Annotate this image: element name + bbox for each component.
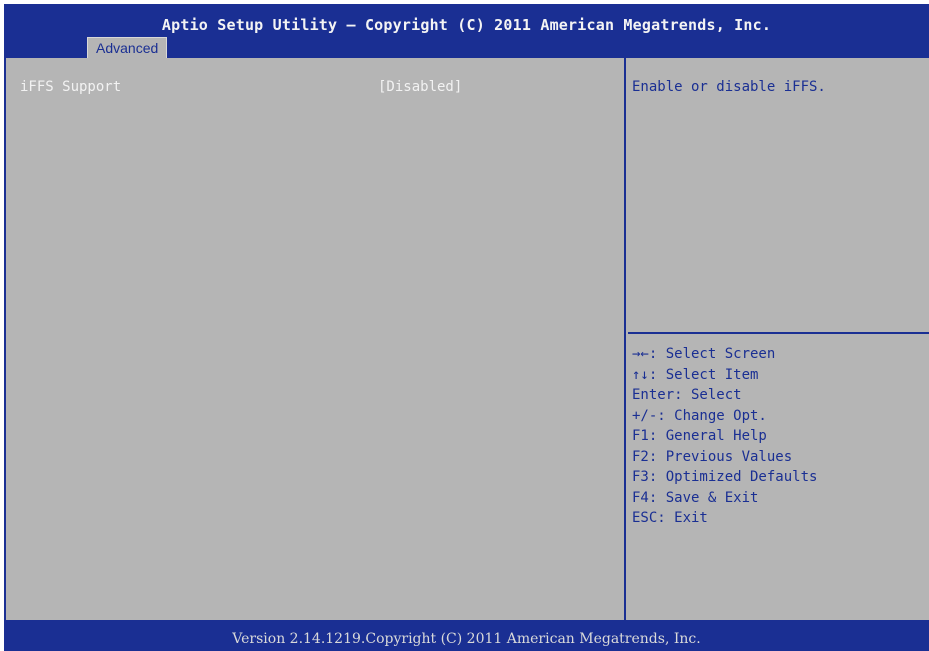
key-legend-item: F4: Save & Exit bbox=[632, 489, 759, 506]
tab-advanced[interactable]: Advanced bbox=[87, 37, 168, 58]
app-title: Aptio Setup Utility – Copyright (C) 2011… bbox=[161, 16, 772, 34]
key-legend-item: F1: General Help bbox=[632, 428, 767, 444]
bios-screen: Aptio Setup Utility – Copyright (C) 2011… bbox=[4, 4, 929, 651]
footer-bar: Version 2.14.1219.Copyright (C) 2011 Ame… bbox=[4, 620, 929, 651]
setting-value-iffs-support[interactable]: [Disabled] bbox=[378, 79, 462, 95]
setting-label-iffs-support[interactable]: iFFS Support bbox=[20, 79, 121, 95]
key-legend-item: →←: Select Screen bbox=[632, 346, 776, 362]
key-legend: →←: Select Screen ↑↓: Select Item Enter:… bbox=[632, 344, 817, 529]
help-divider bbox=[628, 332, 929, 334]
key-legend-item: Enter: Select bbox=[632, 387, 742, 403]
settings-panel: iFFS Support [Disabled] bbox=[6, 58, 626, 620]
key-legend-item: +/-: Change Opt. bbox=[632, 407, 767, 424]
key-legend-item: ESC: Exit bbox=[632, 510, 708, 526]
key-legend-item: F2: Previous Values bbox=[632, 448, 793, 465]
key-legend-item: F3: Optimized Defaults bbox=[632, 469, 818, 485]
main-area: iFFS Support [Disabled] Enable or disabl… bbox=[4, 58, 929, 620]
key-legend-item: ↑↓: Select Item bbox=[632, 366, 759, 383]
title-bar: Aptio Setup Utility – Copyright (C) 2011… bbox=[4, 4, 929, 58]
version-text: Version 2.14.1219.Copyright (C) 2011 Ame… bbox=[232, 631, 701, 647]
help-description: Enable or disable iFFS. bbox=[632, 79, 826, 95]
